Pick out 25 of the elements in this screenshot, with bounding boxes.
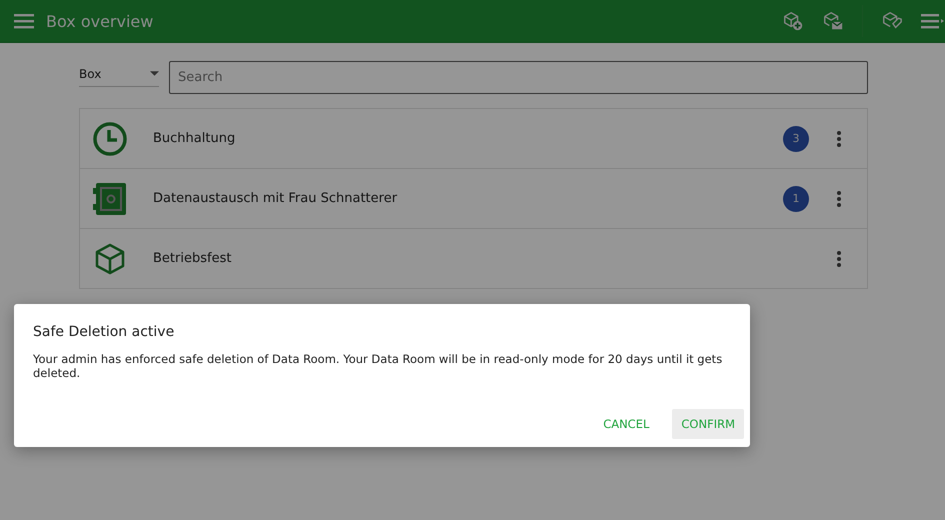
count-badge: 3 — [783, 126, 809, 152]
list-menu-icon[interactable] — [921, 12, 945, 30]
box-name: Datenaustausch mit Frau Schnatterer — [153, 191, 398, 206]
safe-icon — [93, 182, 127, 216]
page-title: Box overview — [46, 12, 154, 30]
box-type-dropdown[interactable]: Box — [79, 62, 159, 86]
clock-icon — [93, 122, 127, 156]
search-field[interactable]: Search — [169, 61, 868, 94]
more-options-icon[interactable] — [837, 130, 841, 146]
dialog-title: Safe Deletion active — [33, 324, 176, 340]
box-row[interactable]: Datenaustausch mit Frau Schnatterer 1 — [80, 168, 867, 228]
box-name: Buchhaltung — [153, 131, 236, 146]
box-row[interactable]: Buchhaltung 3 — [80, 109, 867, 168]
more-options-icon[interactable] — [837, 190, 841, 206]
cube-icon — [93, 242, 127, 276]
dialog-button[interactable]: CANCEL — [594, 409, 658, 439]
box-name: Betriebsfest — [153, 251, 232, 266]
box-row[interactable]: Betriebsfest — [80, 228, 867, 288]
more-options-icon[interactable] — [837, 250, 841, 266]
box-mail-icon[interactable] — [822, 10, 844, 32]
caret-icon — [150, 71, 159, 76]
dialog-message: Your admin has enforced safe deletion of Data Room. Your Data Room will be in read-only mode for 20 days until it gets deleted. — [33, 352, 724, 380]
count-badge: 1 — [783, 186, 809, 212]
menu-icon[interactable] — [14, 13, 34, 29]
add-box-icon[interactable] — [782, 10, 804, 32]
